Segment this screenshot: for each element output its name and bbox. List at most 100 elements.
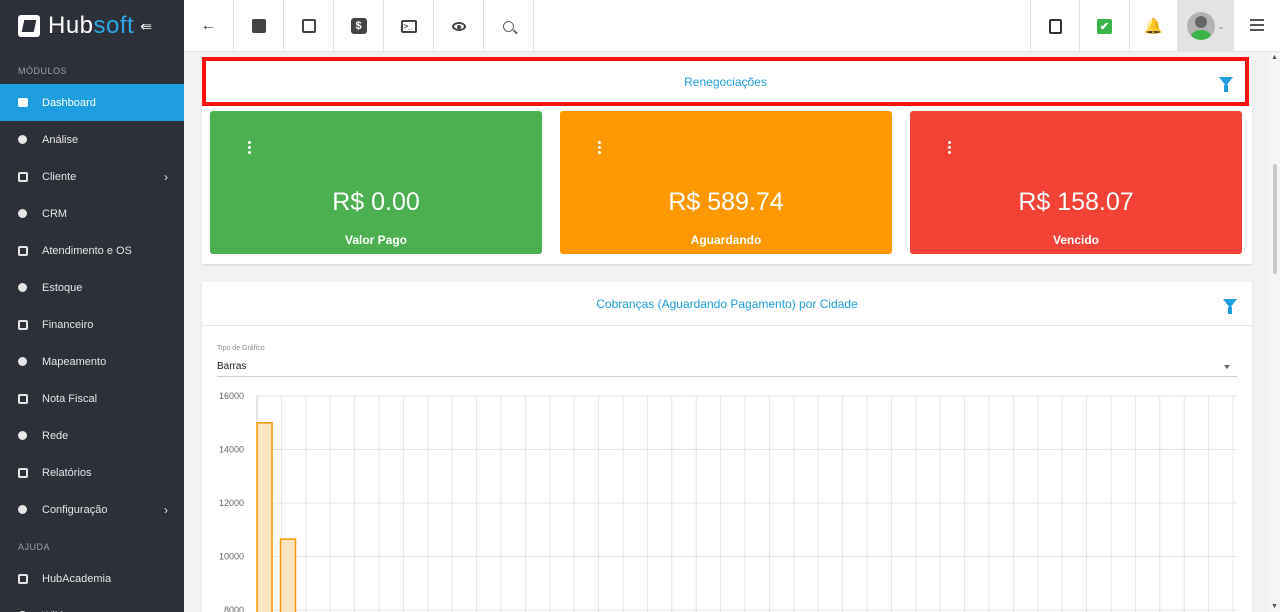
summary-card-valor-pago: R$ 0.00 Valor Pago — [210, 111, 542, 254]
sidebar-item-cliente[interactable]: Cliente › — [0, 158, 184, 195]
more-options-icon[interactable] — [598, 141, 601, 156]
dashboard-icon — [18, 98, 28, 107]
search-button[interactable] — [484, 0, 534, 52]
menu-list-icon[interactable] — [1250, 19, 1264, 31]
chart-type-label: Tipo de Gráfico — [217, 345, 265, 352]
avatar — [1187, 12, 1216, 40]
network-icon — [18, 431, 27, 440]
sidebar-item-label: Atendimento e OS — [42, 244, 132, 257]
page-scrollbar[interactable]: ▲ ▼ — [1270, 52, 1280, 612]
chevron-right-icon: › — [164, 169, 168, 184]
terminal-button[interactable]: >_ — [384, 0, 434, 52]
filter-icon[interactable] — [1223, 299, 1237, 314]
sidebar-item-label: Financeiro — [42, 318, 94, 331]
report-icon — [18, 467, 28, 478]
y-tick-label: 16000 — [219, 391, 244, 401]
scroll-up-icon[interactable]: ▲ — [1271, 54, 1278, 61]
summary-card-aguardando: R$ 589.74 Aguardando — [560, 111, 892, 254]
finance-button[interactable]: $ — [334, 0, 384, 52]
contact-card-icon — [251, 19, 266, 33]
sidebar-item-atendimento-e-os[interactable]: Atendimento e OS — [0, 232, 184, 269]
brand-name-part2: soft — [93, 12, 135, 39]
sidebar-item-label: Mapeamento — [42, 355, 107, 368]
cube-icon — [18, 283, 27, 292]
sidebar-help-nav: HubAcademia Wiki — [0, 560, 184, 612]
top-toolbar: ← $ >_ ✔ 🔔 ⌄ — [184, 0, 1280, 52]
chart-type-select[interactable]: Barras — [217, 361, 246, 372]
gear-icon — [18, 505, 27, 514]
sidebar-item-label: Nota Fiscal — [42, 392, 98, 405]
chart-header: Cobranças (Aguardando Pagamento) por Cid… — [202, 282, 1252, 326]
card-amount: R$ 589.74 — [668, 188, 784, 216]
card-amount: R$ 158.07 — [1018, 188, 1134, 216]
sidebar-item-financeiro[interactable]: Financeiro — [0, 306, 184, 343]
check-icon: ✔ — [1097, 18, 1112, 34]
sidebar-item-configura-o[interactable]: Configuração › — [0, 491, 184, 528]
contact-card-icon — [18, 171, 28, 182]
sidebar-item-nota-fiscal[interactable]: Nota Fiscal — [0, 380, 184, 417]
sidebar-item-label: Análise — [42, 133, 79, 146]
section-label-help: AJUDA — [18, 542, 51, 552]
back-button[interactable]: ← — [184, 0, 234, 52]
sidebar-item-relat-rios[interactable]: Relatórios — [0, 454, 184, 491]
arrow-left-icon: ← — [200, 17, 217, 34]
chart-bar[interactable] — [256, 422, 273, 612]
sidebar-item-estoque[interactable]: Estoque — [0, 269, 184, 306]
cobrancas-chart-panel: Cobranças (Aguardando Pagamento) por Cid… — [202, 282, 1252, 612]
caret-down-icon[interactable] — [1224, 365, 1230, 369]
sidebar-item-label: HubAcademia — [42, 572, 112, 585]
renegociacoes-cards-panel: R$ 0.00 Valor Pago R$ 589.74 Aguardando R$ 1… — [202, 106, 1252, 264]
trello-board-icon — [18, 209, 27, 218]
card-label: Aguardando — [690, 233, 762, 247]
scroll-down-icon[interactable]: ▼ — [1271, 603, 1278, 610]
sidebar-item-dashboard[interactable]: Dashboard — [0, 84, 184, 121]
view-button[interactable] — [434, 0, 484, 52]
alarm-bell-icon: 🔔 — [1144, 18, 1163, 35]
sidebar-item-mapeamento[interactable]: Mapeamento — [0, 343, 184, 380]
tasks-button[interactable]: ✔ — [1080, 0, 1130, 52]
card-amount: R$ 0.00 — [332, 188, 420, 216]
sidebar-item-rede[interactable]: Rede — [0, 417, 184, 454]
section-label-modules: MÓDULOS — [18, 66, 68, 76]
alerts-button[interactable]: 🔔 — [1130, 0, 1178, 52]
sidebar-item-hubacademia[interactable]: HubAcademia — [0, 560, 184, 597]
receipt-icon — [18, 393, 28, 404]
user-menu-button[interactable]: ⌄ — [1178, 0, 1234, 52]
chevron-right-icon: › — [164, 502, 168, 517]
scrollbar-thumb[interactable] — [1273, 164, 1277, 274]
pdf-icon — [1048, 18, 1062, 34]
contacts-button[interactable] — [234, 0, 284, 52]
pie-chart-icon — [18, 135, 27, 144]
more-options-icon[interactable] — [248, 141, 251, 156]
sidebar-item-an-lise[interactable]: Análise — [0, 121, 184, 158]
sidebar-item-crm[interactable]: CRM — [0, 195, 184, 232]
sidebar-item-label: CRM — [42, 207, 68, 220]
bar-chart: 16000 14000 12000 10000 8000 — [219, 391, 1237, 612]
hubsoft-logo-icon — [18, 15, 40, 37]
search-icon — [503, 20, 514, 32]
chart-title: Cobranças (Aguardando Pagamento) por Cid… — [596, 296, 858, 311]
chart-bar[interactable] — [279, 538, 297, 612]
sidebar-nav: Dashboard Análise Cliente › CRM Atendimento e… — [0, 84, 184, 528]
main-content: Renegociações R$ 0.00 Valor Pago R$ 589.74… — [184, 52, 1270, 612]
calendar-clock-icon — [18, 245, 28, 256]
filter-icon[interactable] — [1219, 77, 1233, 92]
y-tick-label: 10000 — [219, 552, 244, 562]
y-tick-label: 14000 — [219, 445, 244, 455]
brand-name: Hubsoft — [48, 12, 134, 40]
dollar-icon: $ — [350, 18, 367, 34]
renegociacoes-title: Renegociações — [684, 74, 767, 89]
sidebar-item-label: Cliente — [42, 170, 77, 183]
pdf-button[interactable] — [1030, 0, 1080, 52]
sidebar-item-label: Configuração — [42, 503, 108, 516]
y-tick-label: 12000 — [219, 498, 244, 508]
sidebar-item-wiki[interactable]: Wiki — [0, 597, 184, 612]
sidebar: Hubsoft ⇚ MÓDULOS Dashboard Análise Client… — [0, 0, 184, 612]
collapse-sidebar-icon[interactable]: ⇚ — [140, 18, 152, 35]
money-icon — [18, 319, 28, 330]
map-pin-icon — [18, 357, 27, 366]
eye-icon — [451, 21, 466, 31]
more-options-icon[interactable] — [948, 141, 951, 156]
renegociacoes-header: Renegociações — [202, 57, 1249, 106]
calendar-button[interactable] — [284, 0, 334, 52]
